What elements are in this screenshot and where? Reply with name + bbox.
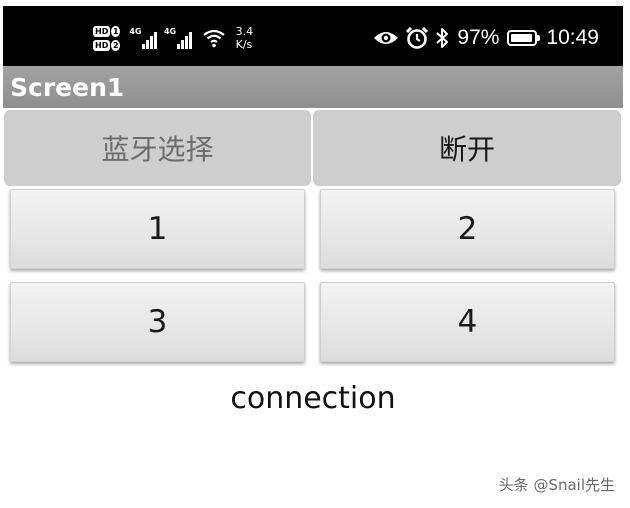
speed-value: 3.4: [235, 25, 254, 38]
status-left: HD 1 HD 2 4G 4G 3.4 K/s: [93, 16, 253, 60]
signal-icon: [177, 31, 192, 49]
hd-indicators: HD 1 HD 2: [93, 25, 121, 51]
wifi-icon: [202, 28, 226, 48]
button-2[interactable]: 2: [320, 189, 615, 269]
button-3[interactable]: 3: [10, 282, 305, 362]
network-speed: 3.4 K/s: [236, 25, 254, 51]
signal-sim1: 4G: [129, 27, 157, 49]
network-type-2: 4G: [163, 27, 177, 36]
connection-status-label: connection: [230, 381, 396, 416]
phone-screen: HD 1 HD 2 4G 4G 3.4 K/s 97% 10:49 Screen…: [3, 6, 623, 504]
status-right: 97% 10:49: [373, 16, 599, 60]
hd-badge-1: HD 1: [93, 25, 121, 37]
disconnect-button[interactable]: 断开: [313, 110, 621, 186]
bluetooth-select-button[interactable]: 蓝牙选择: [4, 110, 311, 186]
sim-slot-1: 1: [111, 25, 121, 37]
status-bar: HD 1 HD 2 4G 4G 3.4 K/s 97% 10:49: [3, 6, 623, 66]
hd-label: HD: [93, 25, 111, 37]
clock: 10:49: [546, 26, 599, 49]
button-4[interactable]: 4: [320, 282, 615, 362]
eye-icon: [373, 29, 399, 47]
bluetooth-icon: [435, 26, 449, 50]
hd-label: HD: [93, 39, 111, 51]
battery-level: [511, 34, 533, 42]
alarm-icon: [405, 26, 429, 50]
watermark: 头条 @Snail先生: [498, 476, 615, 494]
sim-slot-2: 2: [111, 39, 121, 51]
battery-percentage: 97%: [457, 26, 500, 49]
speed-unit: K/s: [235, 38, 253, 51]
signal-icon: [142, 31, 157, 49]
hd-badge-2: HD 2: [93, 39, 121, 51]
network-type-1: 4G: [129, 27, 142, 36]
signal-sim2: 4G: [164, 27, 192, 49]
battery-icon: [507, 30, 541, 46]
screen-title: Screen1: [10, 73, 125, 102]
button-1[interactable]: 1: [10, 189, 305, 269]
title-bar: Screen1: [3, 66, 623, 108]
